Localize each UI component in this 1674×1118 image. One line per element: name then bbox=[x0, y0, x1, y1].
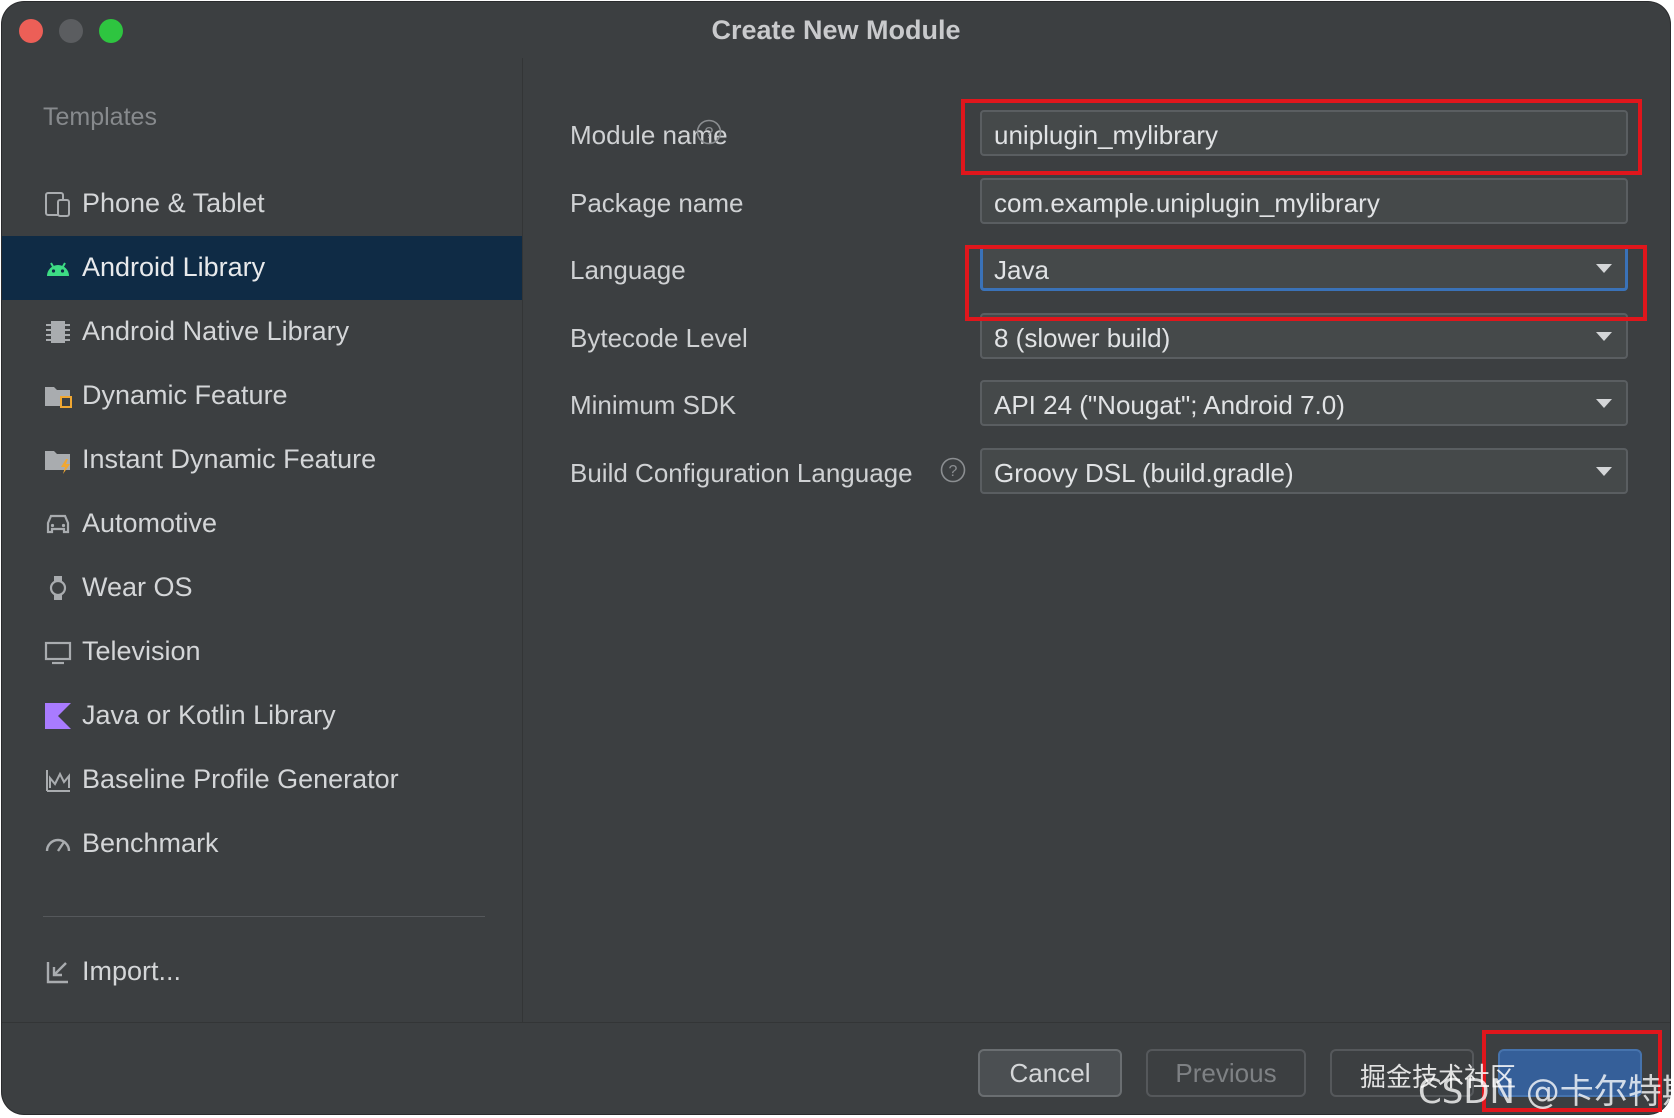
svg-text:?: ? bbox=[705, 125, 714, 142]
minimum-sdk-value: API 24 ("Nougat"; Android 7.0) bbox=[994, 390, 1345, 420]
previous-button[interactable]: Previous bbox=[1146, 1049, 1306, 1097]
sidebar-item-instant-dynamic-feature[interactable]: Instant Dynamic Feature bbox=[2, 428, 522, 492]
package-name-value: com.example.uniplugin_mylibrary bbox=[994, 188, 1380, 218]
help-icon[interactable]: ? bbox=[696, 119, 722, 145]
chip-icon bbox=[46, 321, 70, 343]
kotlin-icon bbox=[45, 703, 71, 729]
folder-feature-icon bbox=[45, 387, 72, 408]
minimum-sdk-select[interactable]: API 24 ("Nougat"; Android 7.0) bbox=[980, 380, 1628, 426]
sidebar-item-android-library[interactable]: Android Library bbox=[2, 236, 522, 300]
module-name-value: uniplugin_mylibrary bbox=[994, 120, 1218, 150]
module-name-field[interactable]: uniplugin_mylibrary bbox=[980, 110, 1628, 156]
sidebar-item-android-native-library[interactable]: Android Native Library bbox=[2, 300, 522, 364]
package-name-field[interactable]: com.example.uniplugin_mylibrary bbox=[980, 178, 1628, 224]
sidebar-item-label: Automotive bbox=[82, 508, 218, 538]
create-module-dialog: Create New Module Templates Phone & Tabl… bbox=[2, 2, 1670, 1114]
sidebar-item-label: Phone & Tablet bbox=[82, 188, 265, 218]
sidebar-item-label: Dynamic Feature bbox=[82, 380, 288, 410]
import-label: Import... bbox=[82, 956, 182, 986]
sidebar-divider bbox=[43, 916, 485, 917]
gauge-icon bbox=[45, 838, 71, 852]
sidebar-item-label: Android Library bbox=[82, 252, 266, 282]
sidebar-item-benchmark[interactable]: Benchmark bbox=[2, 812, 522, 876]
template-list: Phone & Tablet Android Library Android N… bbox=[2, 172, 522, 876]
car-icon bbox=[46, 514, 70, 534]
watch-icon bbox=[49, 576, 67, 600]
sidebar-item-label: Benchmark bbox=[82, 828, 219, 858]
sidebar-item-baseline-profile-generator[interactable]: Baseline Profile Generator bbox=[2, 748, 522, 812]
build-config-language-value: Groovy DSL (build.gradle) bbox=[994, 458, 1294, 488]
sidebar-item-wear-os[interactable]: Wear OS bbox=[2, 556, 522, 620]
chart-icon bbox=[46, 770, 70, 792]
language-label: Language bbox=[570, 255, 686, 285]
bytecode-level-label: Bytecode Level bbox=[570, 323, 748, 353]
minimum-sdk-label: Minimum SDK bbox=[570, 390, 737, 420]
build-config-language-row: Build Configuration Language ? Groovy DS… bbox=[522, 448, 1670, 498]
android-icon bbox=[47, 262, 69, 276]
phone-tablet-icon bbox=[45, 192, 70, 217]
cancel-button[interactable]: Cancel bbox=[978, 1049, 1122, 1097]
sidebar-item-label: Instant Dynamic Feature bbox=[82, 444, 377, 474]
sidebar-item-label: Television bbox=[82, 636, 201, 666]
bytecode-level-select[interactable]: 8 (slower build) bbox=[980, 313, 1628, 359]
svg-text:?: ? bbox=[949, 463, 958, 480]
chevron-down-icon bbox=[1596, 264, 1612, 273]
bytecode-level-value: 8 (slower build) bbox=[994, 323, 1171, 353]
window-title: Create New Module bbox=[711, 15, 961, 45]
sidebar-item-label: Java or Kotlin Library bbox=[82, 700, 336, 730]
templates-heading: Templates bbox=[43, 103, 157, 131]
minimum-sdk-row: Minimum SDK API 24 ("Nougat"; Android 7.… bbox=[522, 380, 1670, 430]
csdn-watermark: CSDN @卡尔特斯 bbox=[1418, 1072, 1674, 1112]
package-name-row: Package name com.example.uniplugin_mylib… bbox=[522, 178, 1670, 228]
title-bar: Create New Module bbox=[2, 2, 1670, 58]
sidebar-item-automotive[interactable]: Automotive bbox=[2, 492, 522, 556]
chevron-down-icon bbox=[1596, 467, 1612, 476]
folder-instant-icon bbox=[45, 451, 70, 474]
sidebar-item-label: Baseline Profile Generator bbox=[82, 764, 399, 794]
sidebar-item-television[interactable]: Television bbox=[2, 620, 522, 684]
templates-sidebar: Templates Phone & Tablet Android Library… bbox=[2, 58, 523, 1022]
language-value: Java bbox=[994, 255, 1049, 285]
bytecode-level-row: Bytecode Level 8 (slower build) bbox=[522, 313, 1670, 363]
language-select[interactable]: Java bbox=[980, 245, 1628, 291]
sidebar-item-dynamic-feature[interactable]: Dynamic Feature bbox=[2, 364, 522, 428]
sidebar-item-java-kotlin-library[interactable]: Java or Kotlin Library bbox=[2, 684, 522, 748]
sidebar-item-phone-tablet[interactable]: Phone & Tablet bbox=[2, 172, 522, 236]
tv-icon bbox=[44, 641, 72, 665]
chevron-down-icon bbox=[1596, 332, 1612, 341]
build-config-language-label: Build Configuration Language bbox=[570, 458, 913, 488]
package-name-label: Package name bbox=[570, 188, 744, 218]
help-icon[interactable]: ? bbox=[940, 457, 966, 483]
module-name-row: Module name ? uniplugin_mylibrary bbox=[522, 110, 1670, 160]
sidebar-item-label: Wear OS bbox=[82, 572, 193, 602]
import-icon bbox=[46, 962, 68, 984]
chevron-down-icon bbox=[1596, 399, 1612, 408]
import-button[interactable]: Import... bbox=[2, 940, 522, 1004]
build-config-language-select[interactable]: Groovy DSL (build.gradle) bbox=[980, 448, 1628, 494]
language-row: Language Java bbox=[522, 245, 1670, 295]
sidebar-item-label: Android Native Library bbox=[82, 316, 350, 346]
